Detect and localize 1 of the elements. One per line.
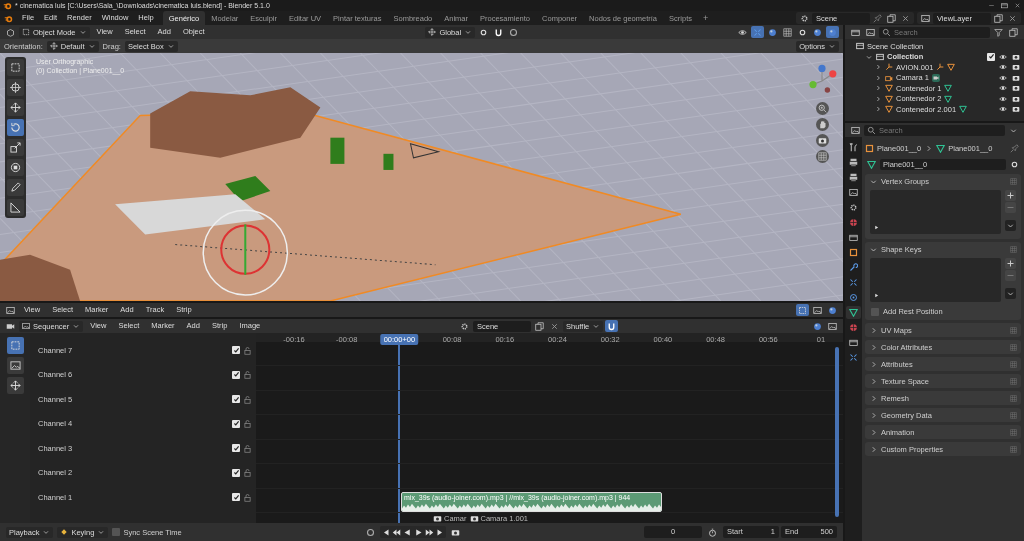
- add-workspace-button[interactable]: +: [697, 13, 714, 23]
